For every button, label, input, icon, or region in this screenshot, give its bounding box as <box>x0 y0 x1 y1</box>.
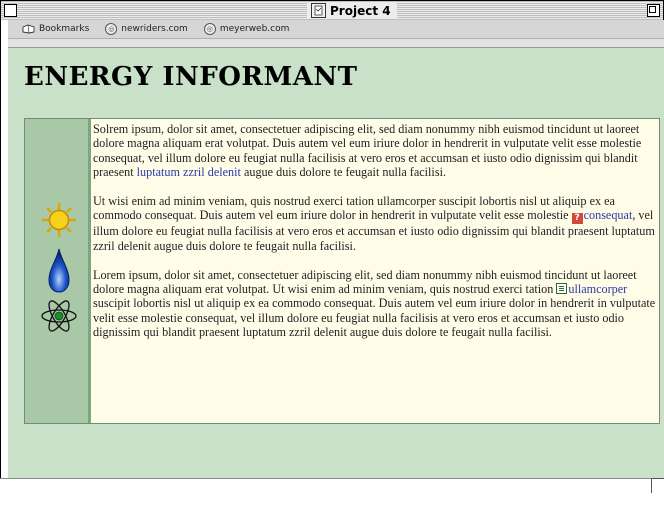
sidebar-icons <box>25 119 91 423</box>
document-proxy-icon[interactable] <box>311 3 326 18</box>
paragraph-text: Lorem ipsum, dolor sit amet, consectetue… <box>93 267 637 297</box>
window-title-bar[interactable]: Project 4 <box>0 0 664 21</box>
toolbar-item-bookmarks[interactable]: Bookmarks <box>22 24 89 34</box>
window-title: Project 4 <box>307 2 397 19</box>
content-box: Solrem ipsum, dolor sit amet, consectetu… <box>24 118 660 424</box>
link-ullamcorper[interactable]: ullamcorper <box>568 282 627 296</box>
toolbar-item-label: newriders.com <box>121 24 188 34</box>
paragraph-2: Ut wisi enim ad minim veniam, quis nostr… <box>93 194 659 253</box>
paragraph-3: Lorem ipsum, dolor sit amet, consectetue… <box>93 268 659 340</box>
sun-icon <box>41 202 77 242</box>
page-content: ENERGY INFORMANT Solrem ipsum, dolor sit… <box>8 48 664 478</box>
window-left-frame <box>0 20 8 478</box>
paragraph-text: Ut wisi enim ad minim veniam, quis nostr… <box>93 194 615 223</box>
window-title-text: Project 4 <box>330 3 391 18</box>
link-consequat[interactable]: consequat <box>584 208 633 222</box>
toolbar-item-label: meyerweb.com <box>219 24 290 34</box>
zoom-box-button[interactable] <box>647 4 660 17</box>
close-box-button[interactable] <box>4 4 17 17</box>
flame-icon <box>47 247 71 297</box>
globe-icon: ◎ <box>105 23 118 35</box>
globe-icon: ◎ <box>203 23 216 35</box>
status-bar <box>0 478 664 507</box>
paragraph-text: augue duis dolore te feugait nulla facil… <box>240 165 446 180</box>
page-heading: ENERGY INFORMANT <box>24 62 358 92</box>
paragraph-1: Solrem ipsum, dolor sit amet, consectetu… <box>93 122 659 180</box>
article-text: Solrem ipsum, dolor sit amet, consectetu… <box>91 119 659 423</box>
toolbar-item-newriders[interactable]: ◎ newriders.com <box>105 23 188 35</box>
paragraph-text: suscipit lobortis nisl ut aliquip ex ea … <box>93 296 656 340</box>
toolbar-item-meyerweb[interactable]: ◎ meyerweb.com <box>203 23 290 35</box>
atom-icon <box>40 297 78 339</box>
help-icon: ? <box>571 213 583 225</box>
resize-grow-box[interactable] <box>651 478 664 493</box>
document-icon <box>556 283 568 295</box>
link-luptatum[interactable]: luptatum zzril delenit <box>137 165 241 179</box>
toolbar-item-label: Bookmarks <box>39 24 90 34</box>
bookmarks-icon <box>22 24 35 34</box>
personal-toolbar: Bookmarks ◎ newriders.com ◎ meyerweb.com <box>0 20 664 48</box>
